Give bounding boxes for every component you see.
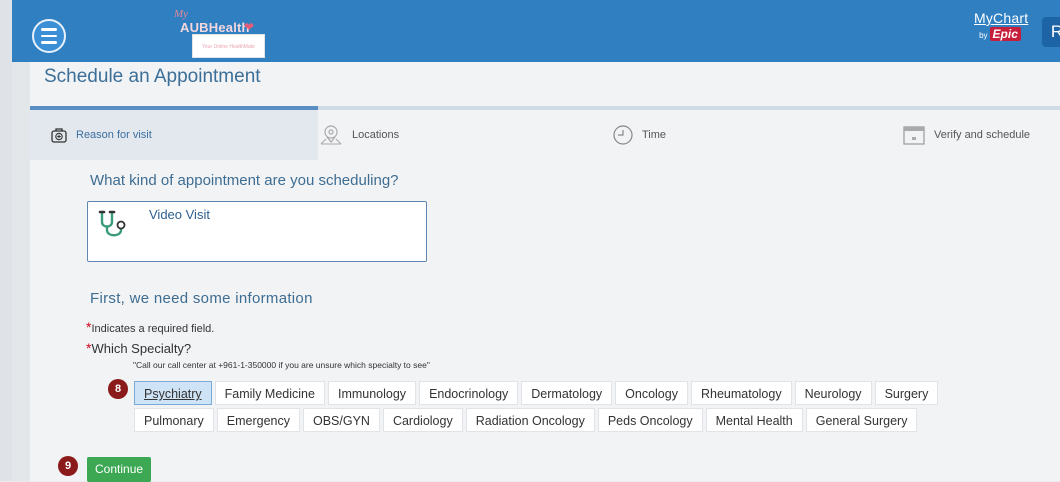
specialty-option[interactable]: Surgery [874,381,939,405]
stethoscope-icon [96,208,130,245]
menu-icon [41,28,57,31]
specialty-option[interactable]: Immunology [327,381,417,405]
specialty-option[interactable]: Emergency [216,408,300,432]
specialty-option[interactable]: Mental Health [705,408,803,432]
video-visit-option[interactable]: Video Visit [87,201,427,262]
step-time[interactable]: Time [608,110,898,160]
clock-icon [612,124,634,146]
specialty-option[interactable]: OBS/GYN [302,408,380,432]
page-title: Schedule an Appointment [44,66,261,87]
map-pin-icon [318,122,344,148]
continue-button[interactable]: Continue [87,457,152,482]
specialty-option[interactable]: Pulmonary [134,408,214,432]
specialty-label: *Which Specialty? [86,340,192,356]
specialty-option[interactable]: Endocrinology [419,381,519,405]
step-tabs: Reason for visit Locations Time Verify a… [30,110,1060,160]
call-center-note: "Call our call center at +961-1-350000 i… [133,360,430,370]
information-heading: First, we need some information [90,290,313,307]
main-content: Schedule an Appointment Reason for visit… [30,62,1060,482]
left-edge [0,0,12,481]
specialty-option[interactable]: Dermatology [521,381,613,405]
page: My AUBHealth ❤ Your Online HealthMate My… [0,0,1060,482]
specialty-option[interactable]: Oncology [615,381,688,405]
specialty-option[interactable]: Family Medicine [214,381,325,405]
step-badge-9: 9 [58,456,78,476]
heart-icon: ❤ [244,20,255,34]
specialty-option[interactable]: General Surgery [805,408,918,432]
top-bar: My AUBHealth ❤ Your Online HealthMate My… [12,0,1060,62]
specialty-option[interactable]: Radiation Oncology [465,408,595,432]
specialty-option[interactable]: Neurology [794,381,872,405]
mychart-epic-logo[interactable]: MyChart by Epic [974,10,1028,41]
step-locations[interactable]: Locations [318,110,608,160]
specialty-option[interactable]: Cardiology [382,408,463,432]
menu-button[interactable] [32,19,66,53]
specialty-option[interactable]: Rheumatology [690,381,792,405]
specialty-option[interactable]: Psychiatry [134,381,212,405]
required-field-note: *Indicates a required field. [86,319,215,335]
specialty-row: Pulmonary Emergency OBS/GYN Cardiology Radia… [134,408,918,432]
step-badge-8: 8 [108,379,128,399]
appointment-type-heading: What kind of appointment are you schedul… [90,172,399,189]
step-reason-for-visit[interactable]: Reason for visit [30,110,318,160]
specialty-row: Psychiatry Family Medicine Immunology Endoc… [134,381,939,405]
step-verify-and-schedule[interactable]: Verify and schedule [902,110,1060,160]
specialty-option[interactable]: Peds Oncology [597,408,703,432]
calendar-icon [902,124,926,146]
user-account-button[interactable]: R [1042,17,1060,47]
medical-bag-icon [50,126,68,144]
